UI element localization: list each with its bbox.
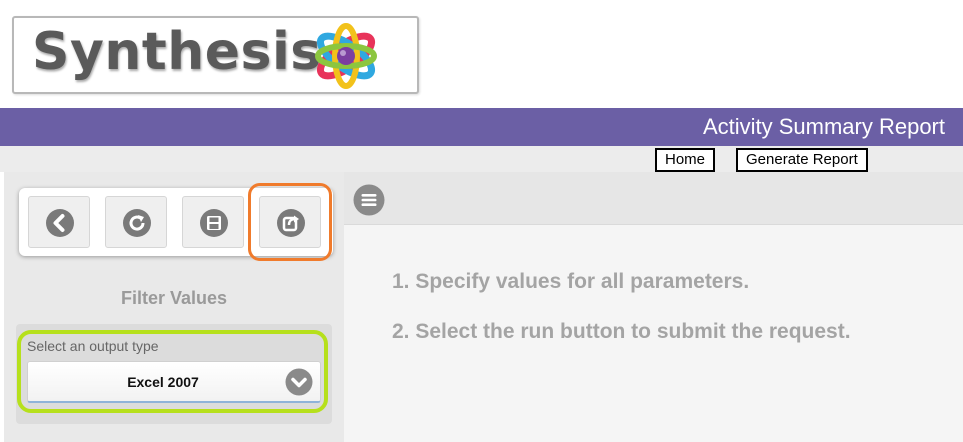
export-highlight <box>248 183 332 261</box>
arrow-left-circle-icon <box>46 209 74 237</box>
filter-values-heading: Filter Values <box>120 288 228 308</box>
header-bar: Activity Summary Report <box>0 108 963 146</box>
page: Synthesis Activity Summary Report Home G… <box>0 0 963 442</box>
back-button[interactable] <box>28 196 90 248</box>
instruction-step-1: 1. Specify values for all parameters. <box>392 270 750 293</box>
save-button[interactable] <box>182 196 244 248</box>
atom-logo-icon <box>315 23 377 89</box>
instruction-step-2: 2. Select the run button to submit the r… <box>392 320 851 343</box>
refresh-button[interactable] <box>105 196 167 248</box>
menu-icon[interactable] <box>353 184 385 216</box>
refresh-icon <box>123 209 151 237</box>
floppy-disk-icon <box>200 209 228 237</box>
content-toolbar <box>344 172 963 225</box>
logo-text: Synthesis <box>32 22 322 82</box>
page-title: Activity Summary Report <box>702 114 945 139</box>
home-link[interactable]: Home <box>655 148 716 172</box>
output-type-highlight <box>17 330 328 413</box>
logo: Synthesis <box>12 16 419 94</box>
generate-report-link[interactable]: Generate Report <box>736 148 868 172</box>
